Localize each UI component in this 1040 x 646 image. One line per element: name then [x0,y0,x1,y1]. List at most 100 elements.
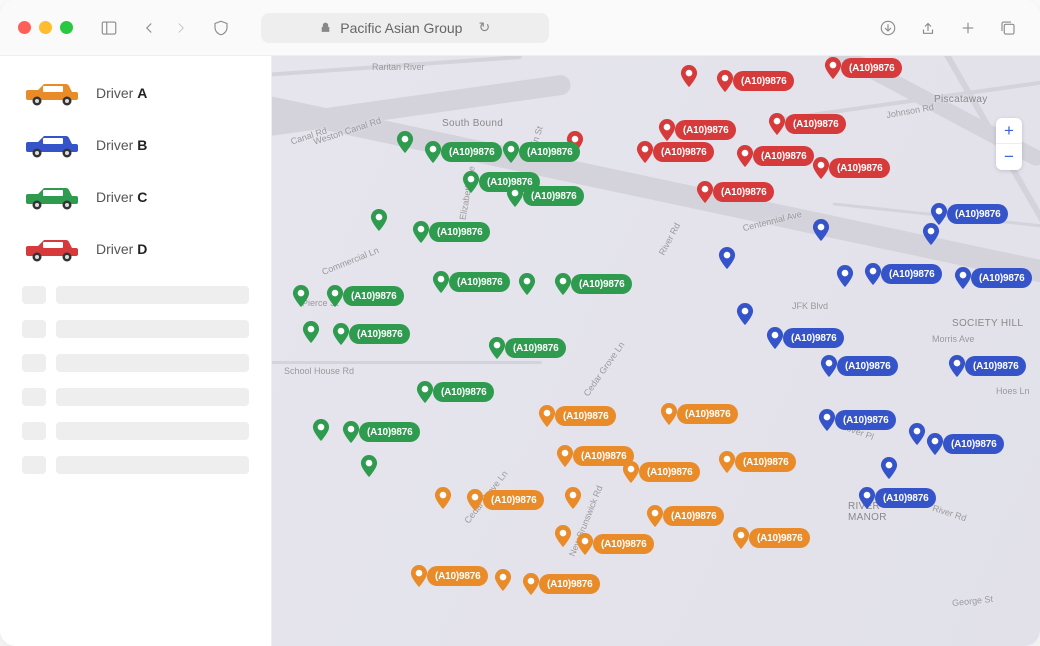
map-marker[interactable]: (A10)9876 [954,267,1032,289]
address-bar[interactable]: Pacific Asian Group ↻ [261,13,549,43]
map-marker[interactable]: (A10)9876 [506,185,584,207]
map-marker[interactable]: (A10)9876 [554,525,572,547]
map-marker[interactable]: (A10)9876 [812,219,830,241]
map-marker[interactable]: (A10)9876 [332,323,410,345]
map-marker[interactable]: (A10)9876 [576,533,654,555]
map-marker[interactable]: (A10)9876 [646,505,724,527]
driver-row-d[interactable]: Driver D [22,234,249,264]
sidebar-toggle-icon[interactable] [95,14,123,42]
map-marker[interactable]: (A10)9876 [564,487,582,509]
marker-label: (A10)9876 [675,120,736,140]
map-marker[interactable]: (A10)9876 [636,141,714,163]
map-marker[interactable]: (A10)9876 [680,65,698,87]
marker-label: (A10)9876 [359,422,420,442]
tabs-icon[interactable] [994,14,1022,42]
driver-label: Driver A [96,85,147,101]
driver-row-a[interactable]: Driver A [22,78,249,108]
map-marker[interactable]: (A10)9876 [768,113,846,135]
map-marker[interactable]: (A10)9876 [824,57,902,79]
shield-icon[interactable] [207,14,235,42]
marker-label: (A10)9876 [783,328,844,348]
map-marker[interactable]: (A10)9876 [424,141,502,163]
map-marker[interactable]: (A10)9876 [732,527,810,549]
pin-icon [370,209,388,231]
map-marker[interactable]: (A10)9876 [718,247,736,269]
map-marker[interactable]: (A10)9876 [434,487,452,509]
map-marker[interactable]: (A10)9876 [908,423,926,445]
map-marker[interactable]: (A10)9876 [880,457,898,479]
pin-icon [292,285,310,307]
maximize-button[interactable] [60,21,73,34]
map-marker[interactable]: (A10)9876 [858,487,936,509]
map-marker[interactable]: (A10)9876 [622,461,700,483]
map-marker[interactable]: (A10)9876 [370,209,388,231]
map-marker[interactable]: (A10)9876 [494,569,512,591]
map-marker[interactable]: (A10)9876 [312,419,330,441]
browser-toolbar: Pacific Asian Group ↻ [0,0,1040,56]
map-marker[interactable]: (A10)9876 [820,355,898,377]
map-marker[interactable]: (A10)9876 [538,405,616,427]
map-viewport[interactable]: South BoundPiscatawaySOCIETY HILLRIVERMA… [272,56,1040,646]
new-tab-icon[interactable] [954,14,982,42]
map-marker[interactable]: (A10)9876 [836,265,854,287]
zoom-control: + − [996,118,1022,170]
map-marker[interactable]: (A10)9876 [292,285,310,307]
zoom-in-button[interactable]: + [996,118,1022,144]
map-marker[interactable]: (A10)9876 [342,421,420,443]
map-marker[interactable]: (A10)9876 [926,433,1004,455]
close-button[interactable] [18,21,31,34]
map-marker[interactable]: (A10)9876 [466,489,544,511]
map-marker[interactable]: (A10)9876 [396,131,414,153]
map-marker[interactable]: (A10)9876 [716,70,794,92]
map-marker[interactable]: (A10)9876 [766,327,844,349]
map-marker[interactable]: (A10)9876 [502,141,580,163]
map-marker[interactable]: (A10)9876 [948,355,1026,377]
map-marker[interactable]: (A10)9876 [518,273,536,295]
pin-icon [812,219,830,241]
pin-icon [410,565,428,587]
marker-label: (A10)9876 [829,158,890,178]
marker-label: (A10)9876 [653,142,714,162]
driver-row-c[interactable]: Driver C [22,182,249,212]
reload-icon[interactable]: ↻ [478,19,490,36]
driver-row-b[interactable]: Driver B [22,130,249,160]
map-marker[interactable]: (A10)9876 [696,181,774,203]
download-icon[interactable] [874,14,902,42]
map-marker[interactable]: (A10)9876 [736,303,754,325]
map-marker[interactable]: (A10)9876 [326,285,404,307]
pin-icon [518,273,536,295]
map-marker[interactable]: (A10)9876 [812,157,890,179]
map-marker[interactable]: (A10)9876 [554,273,632,295]
map-marker[interactable]: (A10)9876 [864,263,942,285]
map-marker[interactable]: (A10)9876 [718,451,796,473]
zoom-out-button[interactable]: − [996,144,1022,170]
map-marker[interactable]: (A10)9876 [488,337,566,359]
map-marker[interactable]: (A10)9876 [360,455,378,477]
map-marker[interactable]: (A10)9876 [410,565,488,587]
map-marker[interactable]: (A10)9876 [658,119,736,141]
share-icon[interactable] [914,14,942,42]
pin-icon [342,421,360,443]
lock-icon [319,21,332,34]
forward-button[interactable] [167,14,195,42]
map-marker[interactable]: (A10)9876 [432,271,510,293]
marker-label: (A10)9876 [349,324,410,344]
map-marker[interactable]: (A10)9876 [736,145,814,167]
pin-icon [836,265,854,287]
pin-icon [926,433,944,455]
map-marker[interactable]: (A10)9876 [412,221,490,243]
pin-icon [824,57,842,79]
map-marker[interactable]: (A10)9876 [416,381,494,403]
minimize-button[interactable] [39,21,52,34]
map-marker[interactable]: (A10)9876 [818,409,896,431]
pin-icon [494,569,512,591]
map-marker[interactable]: (A10)9876 [302,321,320,343]
map-marker[interactable]: (A10)9876 [522,573,600,595]
driver-label: Driver D [96,241,147,257]
pin-icon [736,303,754,325]
map-marker[interactable]: (A10)9876 [660,403,738,425]
map-marker[interactable]: (A10)9876 [922,223,940,245]
map-marker[interactable]: (A10)9876 [930,203,1008,225]
marker-label: (A10)9876 [837,356,898,376]
back-button[interactable] [135,14,163,42]
